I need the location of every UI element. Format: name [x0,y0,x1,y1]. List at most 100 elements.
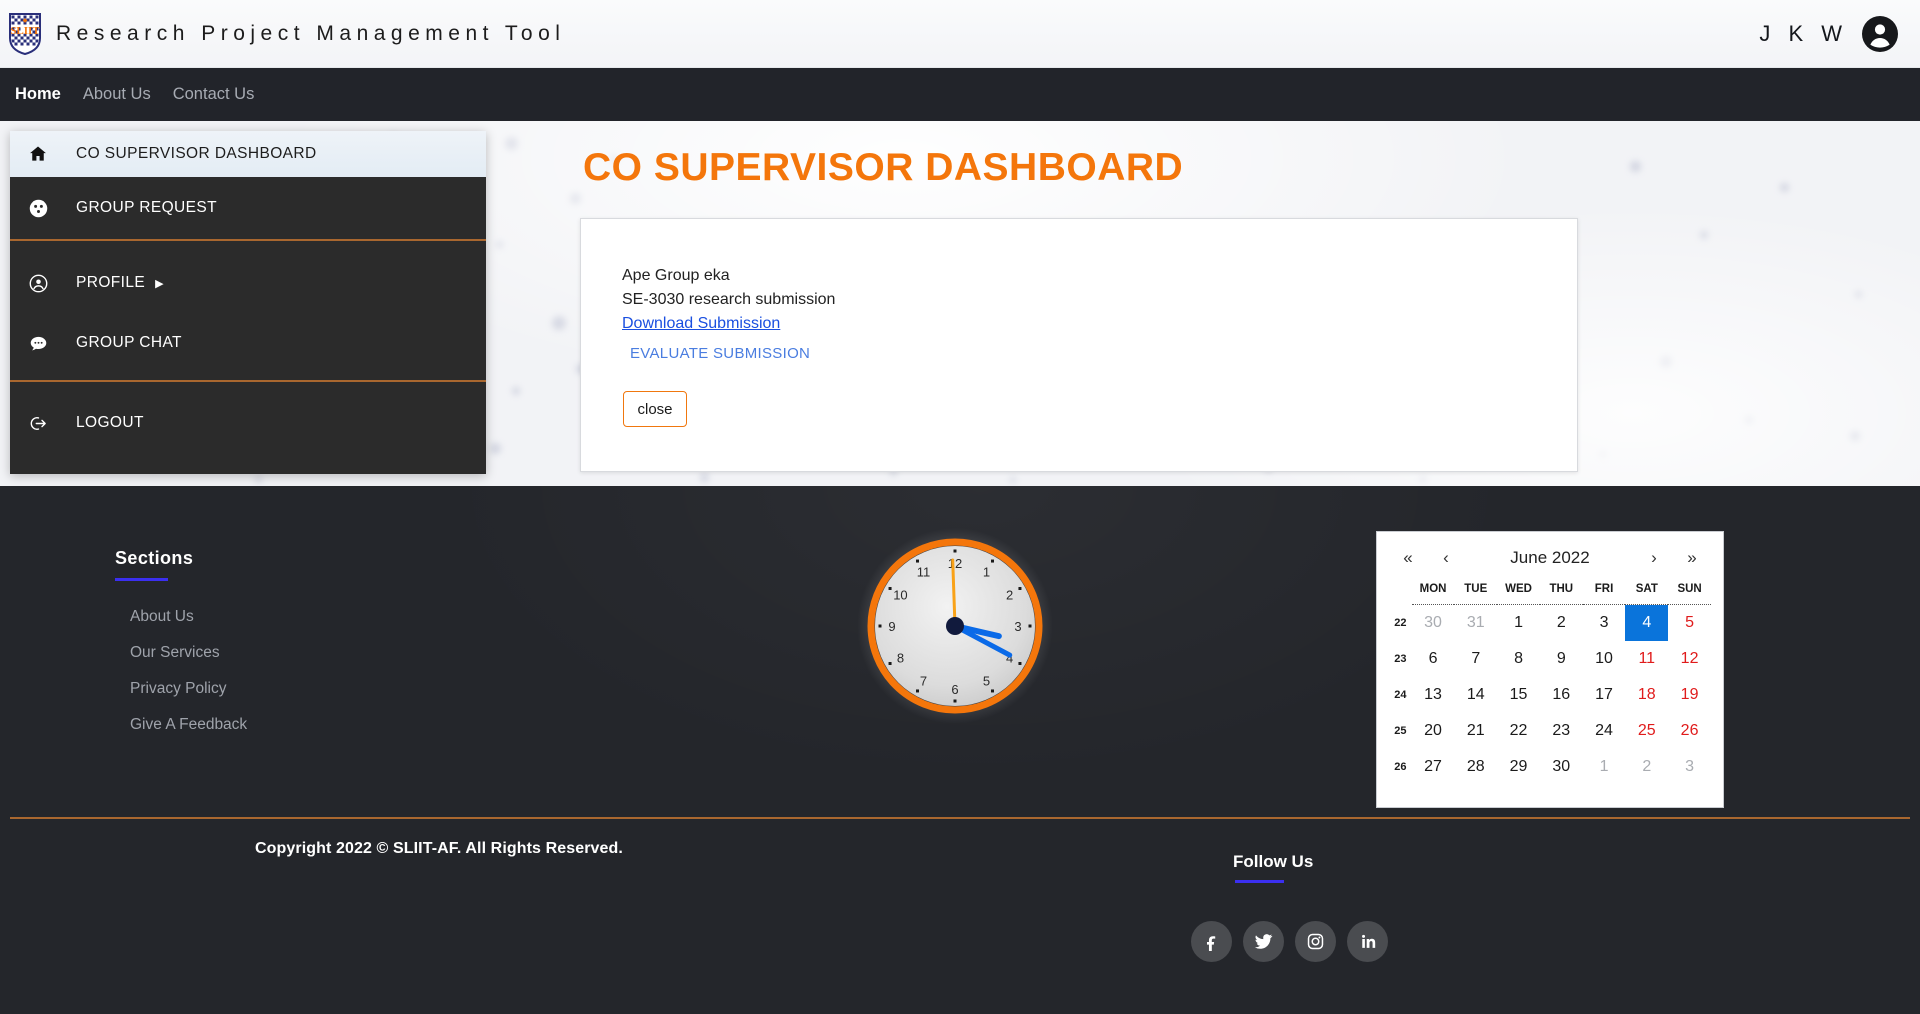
calendar-week-number: 24 [1394,688,1407,701]
calendar-day-cell[interactable]: 5 [1668,605,1711,641]
calendar-day-cell[interactable]: 20 [1412,713,1455,749]
calendar-day-cell[interactable]: 15 [1497,677,1540,713]
user-area: J K W [1759,15,1898,52]
calendar-day-cell[interactable]: 3 [1668,749,1711,785]
calendar-day-cell[interactable]: 3 [1583,605,1626,641]
calendar-day-cell[interactable]: 18 [1625,677,1668,713]
download-submission-link[interactable]: Download Submission [622,312,780,336]
footer-link-about-us[interactable]: About Us [130,608,247,626]
card-group-name: Ape Group eka [622,267,730,284]
sidebar-block-primary: GROUP REQUEST [10,177,486,239]
nav-item-home[interactable]: Home [15,85,61,104]
sidebar-label-dashboard: CO SUPERVISOR DASHBOARD [76,145,317,162]
sidebar-label-logout: LOGOUT [76,414,144,431]
calendar-day-cell[interactable]: 8 [1497,641,1540,677]
clock-number: 6 [951,682,958,697]
footer-link-our-services[interactable]: Our Services [130,644,247,662]
footer-link-give-a-feedback[interactable]: Give A Feedback [130,716,247,734]
chevron-right-icon[interactable]: ▶ [155,277,164,290]
sections-underline [115,578,168,581]
calendar-day-cell[interactable]: 1 [1497,605,1540,641]
calendar-day-cell[interactable]: 19 [1668,677,1711,713]
calendar-day-cell[interactable]: 28 [1454,749,1497,785]
nav-item-contact-us[interactable]: Contact Us [173,85,255,104]
calendar-day-cell[interactable]: 2 [1540,605,1583,641]
calendar-day-cell[interactable]: 30 [1540,749,1583,785]
calendar-day-cell[interactable]: 25 [1625,713,1668,749]
sidebar-item-group-chat[interactable]: GROUP CHAT [10,320,486,366]
calendar-day-cell[interactable]: 13 [1412,677,1455,713]
calendar-day-header: SUN [1668,583,1711,605]
sliit-logo: SLIIT ◆ [8,12,42,56]
calendar-widget: « ‹ June 2022 › » MON TUE WED THU FRI SAT SUN … [1376,531,1724,808]
svg-text:◆: ◆ [23,18,28,24]
evaluate-submission-button[interactable]: EVALUATE SUBMISSION [628,341,812,366]
chat-bubble-icon [27,332,49,354]
linkedin-icon[interactable] [1347,921,1388,962]
calendar-week-number: 26 [1394,760,1407,773]
clock-number: 8 [897,651,904,666]
calendar-week-row: 25 20 21 22 23 24 25 26 [1389,713,1711,749]
calendar-prev-button[interactable]: ‹ [1427,548,1465,568]
footer-link-privacy-policy[interactable]: Privacy Policy [130,680,247,698]
calendar-week-row: 22 30 31 1 2 3 4 5 [1389,604,1711,641]
calendar-day-cell[interactable]: 14 [1454,677,1497,713]
sidebar-item-dashboard[interactable]: CO SUPERVISOR DASHBOARD [10,131,486,177]
sidebar-item-profile[interactable]: PROFILE ▶ [10,260,486,306]
nav-item-about-us[interactable]: About Us [83,85,151,104]
calendar-week-row: 23 6 7 8 9 10 11 12 [1389,641,1711,677]
calendar-day-cell[interactable]: 31 [1454,605,1497,641]
clock-tick [1028,624,1032,628]
clock-tick [1018,662,1022,665]
twitter-icon[interactable] [1243,921,1284,962]
sidebar-item-group-request[interactable]: GROUP REQUEST [10,185,486,231]
sections-link-list: About Us Our Services Privacy Policy Giv… [115,608,247,734]
clock-tick [953,549,957,553]
sidebar-item-logout[interactable]: LOGOUT [10,400,486,446]
calendar-day-cell[interactable]: 10 [1583,641,1626,677]
account-circle-icon[interactable] [1862,15,1898,52]
calendar-day-cell[interactable]: 11 [1625,641,1668,677]
calendar-first-button[interactable]: « [1389,548,1427,568]
logout-icon [27,412,49,434]
copyright-text: Copyright 2022 © SLIIT-AF. All Rights Re… [255,840,623,857]
calendar-day-cell[interactable]: 6 [1412,641,1455,677]
calendar-day-cell[interactable]: 16 [1540,677,1583,713]
calendar-day-cell[interactable]: 24 [1583,713,1626,749]
instagram-icon[interactable] [1295,921,1336,962]
close-button[interactable]: close [623,391,687,427]
calendar-next-button[interactable]: › [1635,548,1673,568]
calendar-day-cell[interactable]: 29 [1497,749,1540,785]
calendar-day-header: THU [1539,583,1583,605]
calendar-day-cell[interactable]: 2 [1625,749,1668,785]
calendar-day-cell[interactable]: 7 [1454,641,1497,677]
calendar-day-cell[interactable]: 9 [1540,641,1583,677]
calendar-day-cell[interactable]: 26 [1668,713,1711,749]
sidebar-block-secondary: PROFILE ▶ GROUP CHAT [10,241,486,380]
facebook-icon[interactable] [1191,921,1232,962]
submission-card: Ape Group eka SE-3030 research submissio… [580,218,1578,472]
calendar-day-cell[interactable]: 27 [1412,749,1455,785]
follow-us-underline [1235,880,1284,883]
app-title: Research Project Management Tool [56,21,566,45]
sidebar-label-profile: PROFILE [76,274,146,291]
calendar-last-button[interactable]: » [1673,548,1711,568]
calendar-day-cell[interactable]: 21 [1454,713,1497,749]
calendar-day-cell[interactable]: 22 [1497,713,1540,749]
footer-divider [10,817,1910,819]
analog-clock: 12 1 2 3 4 5 6 7 8 9 10 11 [855,526,1055,726]
group-icon [27,197,49,219]
calendar-day-cell[interactable]: 23 [1540,713,1583,749]
clock-tick [916,689,919,693]
calendar-day-cell[interactable]: 30 [1412,605,1455,641]
user-initials: J K W [1759,20,1848,46]
clock-tick [888,662,892,665]
clock-tick [888,587,892,590]
calendar-day-cell[interactable]: 12 [1668,641,1711,677]
clock-tick [916,559,919,563]
calendar-title[interactable]: June 2022 [1465,548,1635,568]
sidebar-block-logout: LOGOUT [10,382,486,446]
calendar-selected-day[interactable]: 4 [1625,604,1669,641]
calendar-day-cell[interactable]: 1 [1583,749,1626,785]
calendar-day-cell[interactable]: 17 [1583,677,1626,713]
